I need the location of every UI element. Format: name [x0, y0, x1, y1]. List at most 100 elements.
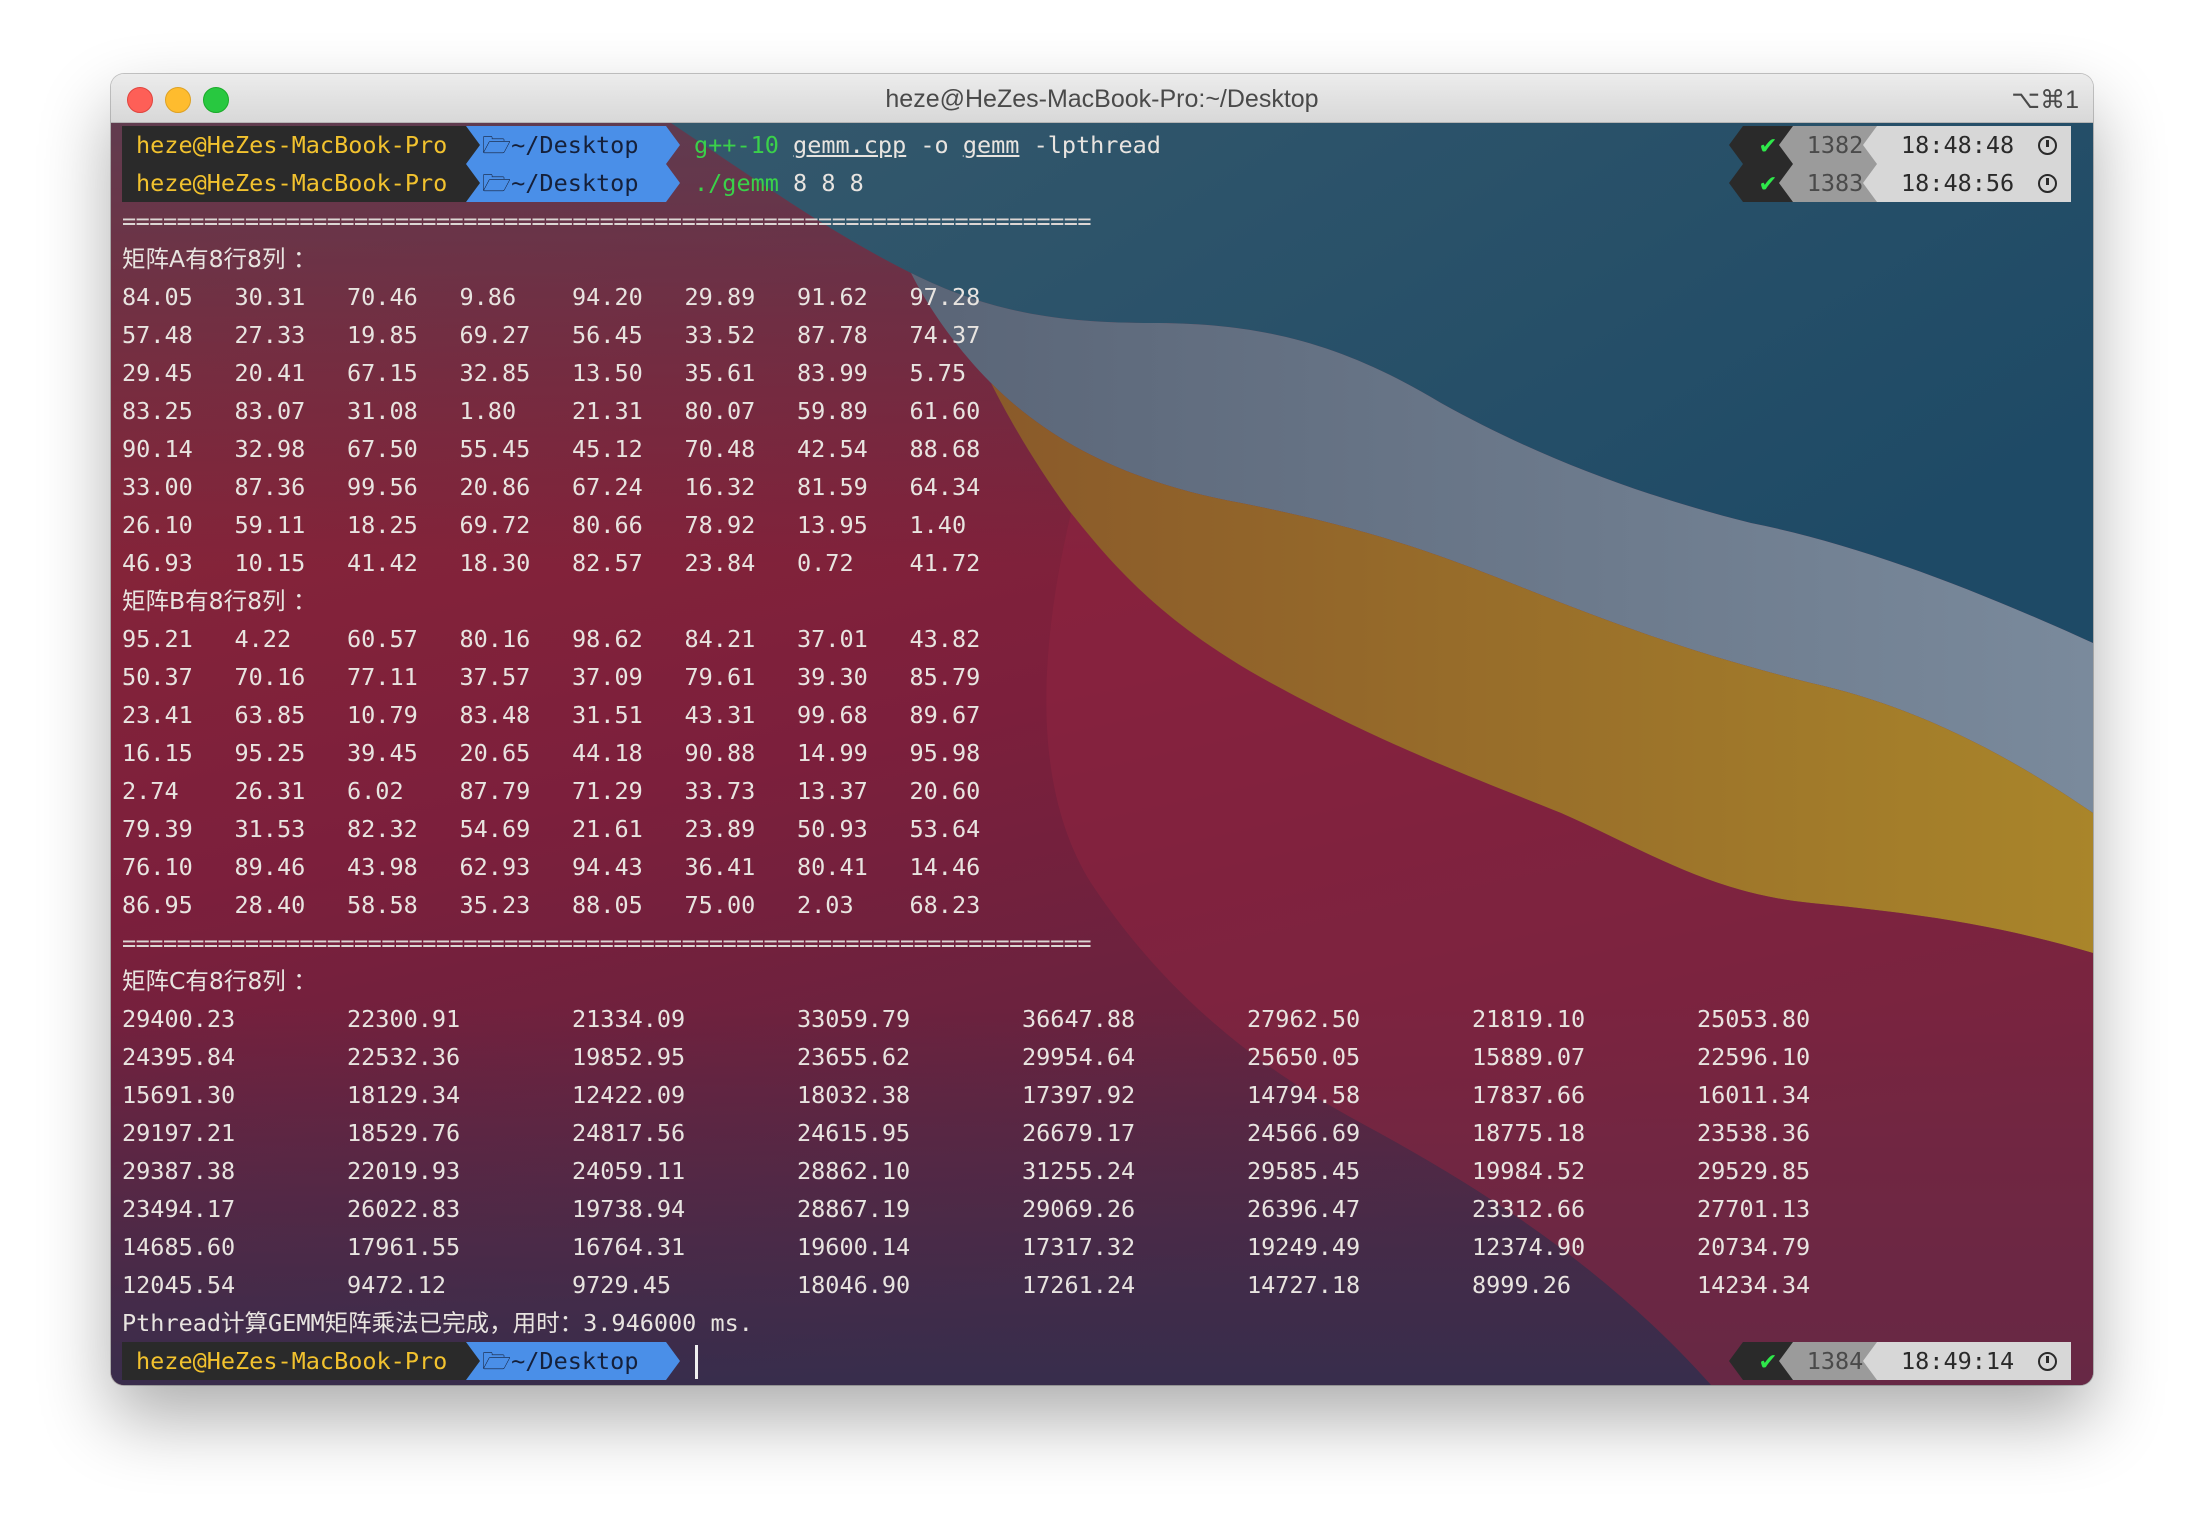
powerline-separator: [1729, 164, 1743, 202]
matrix-cell: 97.28: [909, 283, 981, 311]
matrix-cell: 81.59: [797, 473, 868, 501]
terminal-window[interactable]: heze@HeZes-MacBook-Pro:~/Desktop ⌥⌘1 hez…: [111, 74, 2093, 1385]
matrix-cell: 26022.83: [347, 1195, 461, 1223]
matrix-cell: 79.39: [122, 815, 193, 843]
matrix-c-label: 矩阵C有8行8列 ：: [122, 967, 317, 995]
prompt-user-host: heze@HeZes-MacBook-Pro: [122, 126, 466, 164]
matrix-cell: 26.10: [122, 511, 193, 539]
matrix-cell: 67.24: [572, 473, 643, 501]
matrix-cell: 87.36: [234, 473, 306, 501]
matrix-cell: 70.46: [347, 283, 418, 311]
matrix-cell: 63.85: [234, 701, 306, 729]
matrix-cell: 99.56: [347, 473, 418, 501]
matrix-cell: 13.95: [797, 511, 868, 539]
matrix-cell: 88.68: [909, 435, 981, 463]
command-text: g++-10 gemm.cpp -o gemm -lpthread: [694, 131, 1161, 159]
matrix-cell: 33.52: [684, 321, 756, 349]
matrix-cell: 14.46: [909, 853, 981, 881]
matrix-cell: 14.99: [797, 739, 868, 767]
matrix-cell: 9472.12: [347, 1271, 447, 1299]
prompt-directory: 🗁~/Desktop: [466, 126, 666, 164]
matrix-cell: 14234.34: [1697, 1271, 1811, 1299]
matrix-cell: 23.89: [684, 815, 756, 843]
prompt-status: ✔ 1382 18:48:48: [1729, 126, 2071, 164]
matrix-cell: 24566.69: [1247, 1119, 1361, 1147]
prompt-user-host: heze@HeZes-MacBook-Pro: [122, 1342, 466, 1380]
matrix-cell: 83.07: [234, 397, 306, 425]
powerline-separator: [466, 126, 480, 164]
matrix-cell: 56.45: [572, 321, 643, 349]
clock-icon: [2038, 136, 2057, 155]
matrix-cell: 87.79: [459, 777, 531, 805]
matrix-cell: 32.98: [234, 435, 306, 463]
matrix-cell: 27962.50: [1247, 1005, 1361, 1033]
matrix-cell: 44.18: [572, 739, 643, 767]
matrix-cell: 17837.66: [1472, 1081, 1586, 1109]
matrix-cell: 98.62: [572, 625, 643, 653]
matrix-cell: 41.72: [909, 549, 981, 577]
powerline-separator: [1779, 164, 1793, 202]
matrix-cell: 23538.36: [1697, 1119, 1811, 1147]
matrix-cell: 19738.94: [572, 1195, 686, 1223]
matrix-cell: 13.37: [797, 777, 868, 805]
matrix-cell: 64.34: [909, 473, 981, 501]
matrix-cell: 69.27: [459, 321, 531, 349]
powerline-separator: [1863, 126, 1877, 164]
matrix-cell: 23.41: [122, 701, 193, 729]
matrix-cell: 17317.32: [1022, 1233, 1136, 1261]
matrix-cell: 32.85: [459, 359, 531, 387]
folder-icon: 🗁: [482, 1347, 512, 1375]
matrix-cell: 90.88: [684, 739, 756, 767]
matrix-cell: 26679.17: [1022, 1119, 1136, 1147]
matrix-cell: 21334.09: [572, 1005, 686, 1033]
matrix-cell: 53.64: [909, 815, 981, 843]
powerline-separator: [1779, 126, 1793, 164]
matrix-cell: 24059.11: [572, 1157, 686, 1185]
matrix-cell: 71.29: [572, 777, 643, 805]
matrix-cell: 55.45: [459, 435, 531, 463]
matrix-cell: 91.62: [797, 283, 868, 311]
matrix-a-label: 矩阵A有8行8列 ：: [122, 245, 317, 273]
matrix-cell: 8999.26: [1472, 1271, 1572, 1299]
matrix-cell: 35.23: [459, 891, 531, 919]
matrix-cell: 14794.58: [1247, 1081, 1361, 1109]
matrix-cell: 22019.93: [347, 1157, 461, 1185]
matrix-cell: 25053.80: [1697, 1005, 1811, 1033]
matrix-cell: 36.41: [684, 853, 756, 881]
matrix-cell: 50.37: [122, 663, 193, 691]
title-bar[interactable]: heze@HeZes-MacBook-Pro:~/Desktop ⌥⌘1: [111, 74, 2093, 123]
prompt-time: 18:49:14: [1877, 1342, 2071, 1380]
powerline-separator: [1729, 126, 1743, 164]
matrix-cell: 15691.30: [122, 1081, 236, 1109]
matrix-cell: 89.46: [234, 853, 306, 881]
matrix-cell: 83.25: [122, 397, 193, 425]
matrix-cell: 94.20: [572, 283, 643, 311]
matrix-cell: 19600.14: [797, 1233, 911, 1261]
matrix-cell: 67.50: [347, 435, 418, 463]
matrix-cell: 23655.62: [797, 1043, 911, 1071]
powerline-separator: [1863, 1342, 1877, 1380]
matrix-cell: 68.23: [909, 891, 981, 919]
text-cursor[interactable]: [695, 1345, 698, 1379]
matrix-cell: 6.02: [347, 777, 404, 805]
result-text: Pthread计算GEMM矩阵乘法已完成，用时：3.946000 ms.: [122, 1309, 753, 1337]
matrix-cell: 86.95: [122, 891, 193, 919]
matrix-cell: 16.32: [684, 473, 756, 501]
matrix-cell: 84.21: [684, 625, 756, 653]
matrix-cell: 18.25: [347, 511, 418, 539]
terminal-content[interactable]: heze@HeZes-MacBook-Pro 🗁~/Desktop g++-10…: [111, 123, 2093, 1385]
matrix-cell: 19249.49: [1247, 1233, 1361, 1261]
matrix-cell: 27.33: [234, 321, 306, 349]
matrix-cell: 29.89: [684, 283, 756, 311]
matrix-cell: 10.15: [234, 549, 306, 577]
matrix-cell: 5.75: [909, 359, 967, 387]
matrix-cell: 39.45: [347, 739, 418, 767]
matrix-cell: 31.08: [347, 397, 418, 425]
matrix-cell: 17261.24: [1022, 1271, 1136, 1299]
matrix-cell: 46.93: [122, 549, 193, 577]
matrix-cell: 1.80: [459, 397, 517, 425]
matrix-cell: 1.40: [909, 511, 967, 539]
matrix-cell: 18529.76: [347, 1119, 461, 1147]
matrix-cell: 17397.92: [1022, 1081, 1136, 1109]
matrix-cell: 77.11: [347, 663, 418, 691]
